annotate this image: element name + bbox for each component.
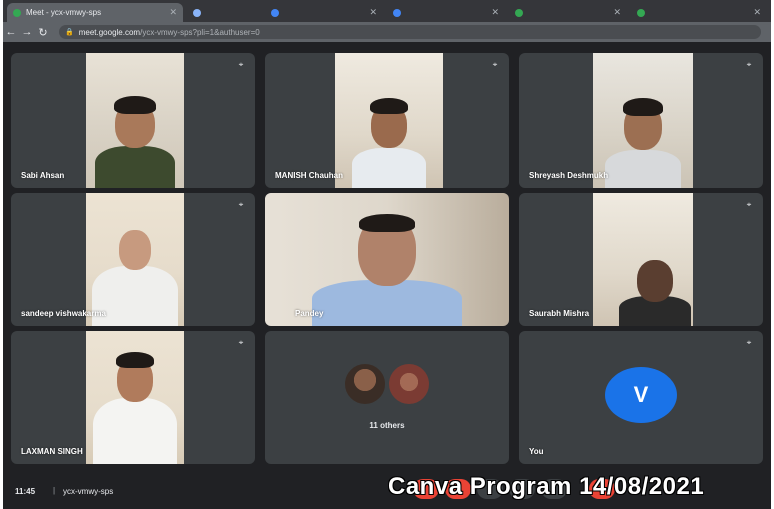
pin-icon[interactable]: ⌖ [743,199,755,211]
participant-tile-active[interactable]: Pandey [265,193,509,326]
participant-figure [86,193,184,326]
participant-figure [593,53,693,188]
participant-name: MANISH Chauhan [275,171,343,180]
participant-figure [86,53,184,188]
participant-figure [335,53,443,188]
self-label: You [529,447,544,456]
participant-video [86,53,184,188]
tab-favicon-icon [193,8,201,17]
participant-video [265,193,509,326]
pin-icon[interactable]: ⌖ [489,59,501,71]
tab-label: Meet - ycx-vmwy-sps [26,8,102,17]
event-caption-overlay: Canva Program 14/08/2021 [388,473,705,500]
others-tile[interactable]: 11 others [265,331,509,464]
meeting-time: 11:45 [15,487,36,496]
participant-tile[interactable]: ⌖ Shreyash Deshmukh [519,53,763,188]
browser-tab[interactable]: ✕ [387,3,505,22]
separator: | [53,486,56,495]
close-tab-icon[interactable]: ✕ [491,7,499,18]
meet-favicon-icon [13,8,21,17]
close-tab-icon[interactable]: ✕ [369,7,377,18]
others-avatar-group [342,363,432,405]
pin-icon[interactable]: ⌖ [743,337,755,349]
close-tab-icon[interactable]: ✕ [169,7,177,18]
participant-tile[interactable]: ⌖ Saurabh Mishra [519,193,763,326]
browser-tab[interactable]: ✕ [631,3,767,22]
participant-tile[interactable]: ⌖ Sabi Ahsan [11,53,255,188]
tab-favicon-icon [271,8,279,17]
address-bar-row: ← → ↻ 🔒 meet.google.com/ycx-vmwy-sps?pli… [3,22,771,42]
participant-name: Pandey [295,309,324,318]
pin-icon[interactable]: ⌖ [743,59,755,71]
participant-tile[interactable]: ⌖ LAXMAN SINGH [11,331,255,464]
meet-window: Meet - ycx-vmwy-sps ✕ ✕ ✕ ✕ ✕ ← → ↻ 🔒 me… [3,0,771,509]
self-avatar: V [605,367,677,423]
forward-arrow-icon[interactable]: → [19,26,35,38]
close-tab-icon[interactable]: ✕ [613,7,621,18]
pin-icon[interactable]: ⌖ [235,59,247,71]
participant-name: Saurabh Mishra [529,309,590,318]
participant-name: sandeep vishwakarma [21,309,106,318]
browser-tab-bar: Meet - ycx-vmwy-sps ✕ ✕ ✕ ✕ ✕ [3,0,771,22]
browser-tab[interactable]: ✕ [265,3,383,22]
meeting-code: ycx-vmwy-sps [63,487,114,496]
pin-icon[interactable]: ⌖ [235,337,247,349]
participant-figure [593,193,693,326]
browser-tab[interactable]: ✕ [509,3,627,22]
pin-icon[interactable]: ⌖ [235,199,247,211]
participant-video [335,53,443,188]
browser-tab[interactable] [187,3,261,22]
participant-figure [307,193,467,326]
participant-video [86,331,184,464]
self-tile[interactable]: V ⌖ You [519,331,763,464]
url-path: /ycx-vmwy-sps?pli=1&authuser=0 [140,27,260,37]
participant-tile[interactable]: ⌖ MANISH Chauhan [265,53,509,188]
reload-icon[interactable]: ↻ [35,26,51,39]
back-arrow-icon[interactable]: ← [3,26,19,38]
lock-icon: 🔒 [65,29,74,36]
participant-name: Sabi Ahsan [21,171,65,180]
participant-name: Shreyash Deshmukh [529,171,609,180]
avatar [388,363,430,405]
tab-meet[interactable]: Meet - ycx-vmwy-sps ✕ [7,3,183,22]
avatar [344,363,386,405]
tab-favicon-icon [393,8,401,17]
participant-video [593,53,693,188]
participant-video [86,193,184,326]
url-host: meet.google.com [78,27,141,37]
participant-name: LAXMAN SINGH [21,447,83,456]
others-count-label: 11 others [369,421,405,430]
tab-favicon-icon [637,8,645,17]
participant-tile[interactable]: ⌖ sandeep vishwakarma [11,193,255,326]
participant-video [593,193,693,326]
url-field[interactable]: 🔒 meet.google.com/ycx-vmwy-sps?pli=1&aut… [59,25,761,39]
tab-favicon-icon [515,8,523,17]
close-tab-icon[interactable]: ✕ [753,7,761,18]
participant-figure [86,331,184,464]
